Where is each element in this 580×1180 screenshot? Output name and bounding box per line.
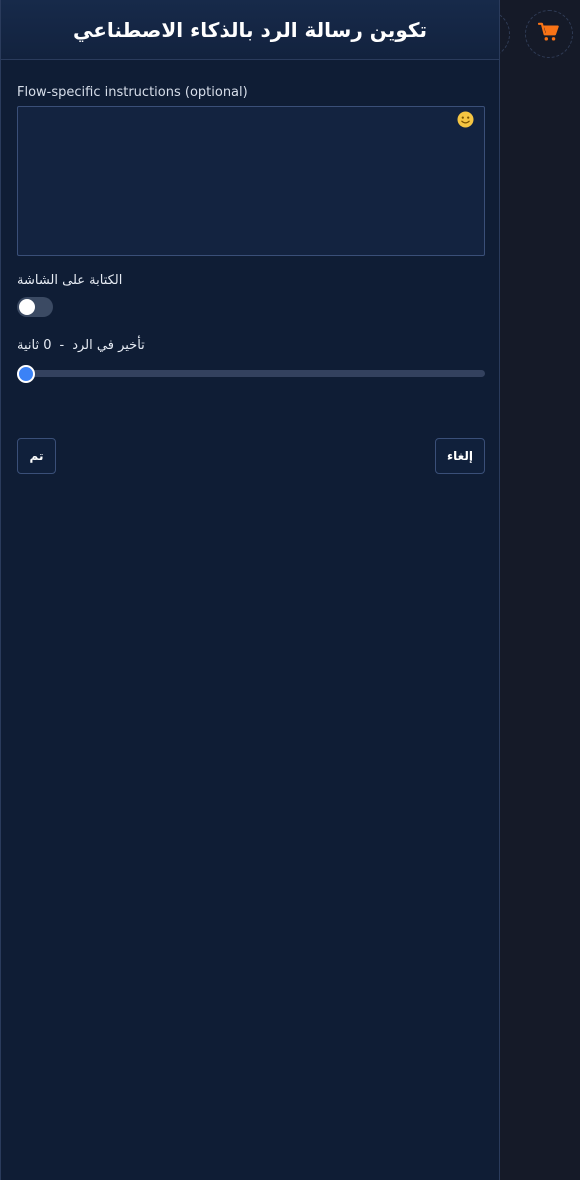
slider-track <box>17 370 485 377</box>
typing-indicator-toggle[interactable] <box>17 297 53 317</box>
cart-button[interactable] <box>525 10 573 58</box>
reply-delay-label: تأخير في الرد <box>72 338 145 353</box>
drawer-header: تكوين رسالة الرد بالذكاء الاصطناعي <box>1 0 499 60</box>
typing-indicator-label: الكتابة على الشاشة <box>17 273 123 288</box>
instructions-label: Flow-specific instructions (optional) <box>17 85 248 100</box>
done-button[interactable]: تم <box>17 438 56 474</box>
reply-delay-label-row: تأخير في الرد - 0 ثانية <box>17 338 145 353</box>
cancel-button[interactable]: إلغاء <box>435 438 485 474</box>
shopping-cart-icon <box>537 22 560 46</box>
drawer-title: تكوين رسالة الرد بالذكاء الاصطناعي <box>72 17 427 42</box>
instructions-field-container <box>17 106 485 256</box>
toggle-knob <box>19 299 35 315</box>
instructions-textarea[interactable] <box>18 107 484 255</box>
smiley-icon[interactable] <box>457 111 474 128</box>
slider-thumb[interactable] <box>17 365 35 383</box>
app-stage: تكوين رسالة الرد بالذكاء الاصطناعي Flow-… <box>0 0 580 1180</box>
reply-delay-slider[interactable] <box>17 365 485 383</box>
reply-delay-value: 0 ثانية <box>17 338 52 353</box>
reply-delay-separator: - <box>59 338 65 353</box>
ai-reply-config-drawer: تكوين رسالة الرد بالذكاء الاصطناعي Flow-… <box>0 0 500 1180</box>
